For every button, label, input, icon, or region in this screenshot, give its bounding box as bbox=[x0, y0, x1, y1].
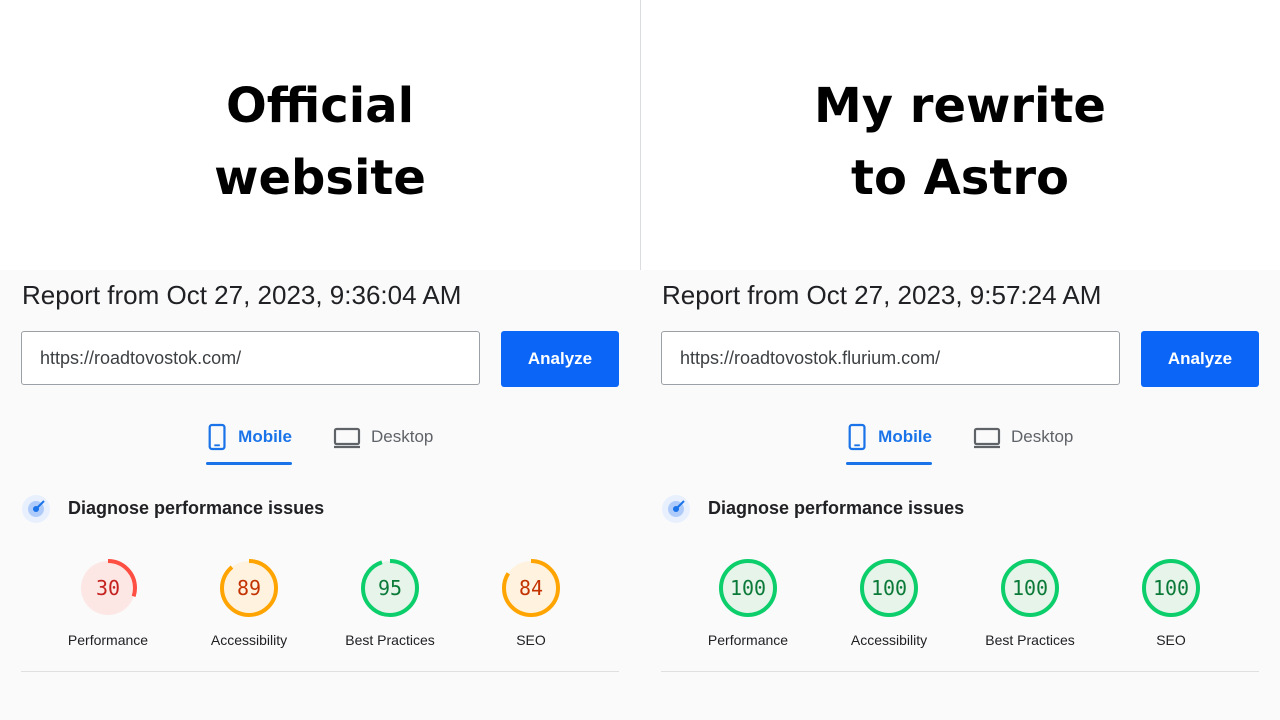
right-active-tab-indicator bbox=[846, 462, 932, 465]
left-tab-desktop[interactable]: Desktop bbox=[333, 422, 443, 466]
left-section-divider bbox=[21, 671, 619, 672]
left-panel: Official website Report from Oct 27, 202… bbox=[0, 0, 640, 720]
left-score-best-practices: 95 bbox=[377, 576, 403, 600]
right-tab-mobile[interactable]: Mobile bbox=[846, 422, 932, 466]
left-score-seo: 84 bbox=[518, 576, 544, 600]
right-tab-desktop[interactable]: Desktop bbox=[973, 422, 1083, 466]
right-tab-mobile-label: Mobile bbox=[878, 427, 932, 446]
right-url-input[interactable] bbox=[661, 331, 1120, 385]
right-heading-line2: to Astro bbox=[851, 150, 1069, 206]
right-label-performance: Performance bbox=[707, 632, 789, 648]
diagnose-target-icon bbox=[662, 495, 690, 523]
mobile-phone-icon bbox=[848, 423, 866, 451]
left-label-best-practices: Best Practices bbox=[345, 632, 435, 648]
right-heading: My rewrite to Astro bbox=[640, 70, 1280, 214]
right-score-best-practices: 100 bbox=[1011, 576, 1049, 600]
left-heading-line1: Official bbox=[225, 78, 415, 134]
desktop-monitor-icon bbox=[973, 427, 1001, 449]
mobile-phone-icon bbox=[208, 423, 226, 451]
left-heading-line2: website bbox=[214, 150, 426, 206]
right-analyze-button[interactable]: Analyze bbox=[1141, 331, 1259, 387]
right-label-accessibility: Accessibility bbox=[850, 632, 928, 648]
right-tab-desktop-label: Desktop bbox=[1011, 427, 1074, 446]
left-tab-mobile[interactable]: Mobile bbox=[206, 422, 292, 466]
right-report-title: Report from Oct 27, 2023, 9:57:24 AM bbox=[662, 280, 1102, 310]
left-heading: Official website bbox=[0, 70, 640, 214]
desktop-monitor-icon bbox=[333, 427, 361, 449]
left-label-seo: SEO bbox=[516, 632, 546, 648]
left-label-performance: Performance bbox=[67, 632, 149, 648]
right-label-best-practices: Best Practices bbox=[985, 632, 1075, 648]
left-analyze-button[interactable]: Analyze bbox=[501, 331, 619, 387]
right-score-performance: 100 bbox=[729, 576, 767, 600]
right-score-seo: 100 bbox=[1152, 576, 1190, 600]
left-tab-desktop-label: Desktop bbox=[371, 427, 434, 446]
left-url-input[interactable] bbox=[21, 331, 480, 385]
left-diagnose-label: Diagnose performance issues bbox=[68, 498, 325, 518]
right-score-accessibility: 100 bbox=[870, 576, 908, 600]
right-label-seo: SEO bbox=[1156, 632, 1186, 648]
right-panel: My rewrite to Astro Report from Oct 27, … bbox=[640, 0, 1280, 720]
right-section-divider bbox=[661, 671, 1259, 672]
left-score-accessibility: 89 bbox=[236, 576, 262, 600]
left-active-tab-indicator bbox=[206, 462, 292, 465]
left-label-accessibility: Accessibility bbox=[210, 632, 288, 648]
left-report-title: Report from Oct 27, 2023, 9:36:04 AM bbox=[22, 280, 462, 310]
left-score-performance: 30 bbox=[95, 576, 121, 600]
diagnose-target-icon bbox=[22, 495, 50, 523]
right-heading-line1: My rewrite bbox=[814, 78, 1106, 134]
right-diagnose-label: Diagnose performance issues bbox=[708, 498, 965, 518]
left-tab-mobile-label: Mobile bbox=[238, 427, 292, 446]
